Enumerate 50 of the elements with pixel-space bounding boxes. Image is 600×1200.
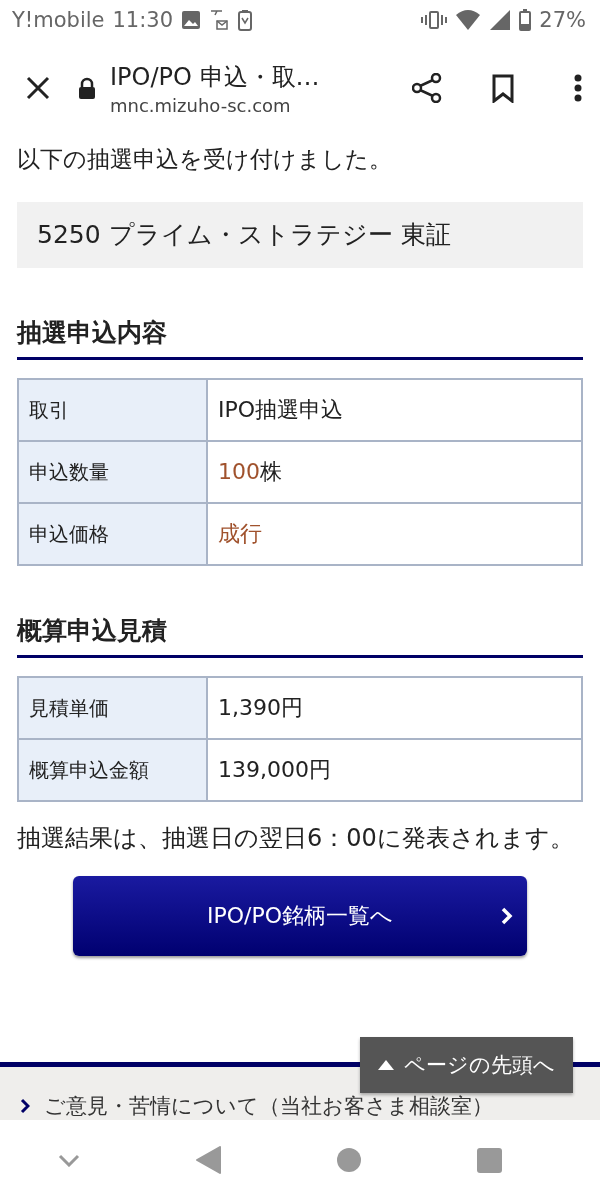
stock-list-button[interactable]: IPO/PO銘柄一覧へ xyxy=(73,876,527,956)
share-button[interactable] xyxy=(412,73,442,103)
battery-icon xyxy=(519,9,532,31)
value-cell: IPO抽選申込 xyxy=(207,379,582,441)
value-cell: 139,000円 xyxy=(207,739,582,801)
battery-percent: 27% xyxy=(539,8,586,32)
signal-icon xyxy=(489,9,512,31)
menu-button[interactable] xyxy=(574,74,582,102)
label-cell: 概算申込金額 xyxy=(18,739,207,801)
chevron-right-icon xyxy=(501,907,513,925)
image-icon xyxy=(181,10,201,30)
vibrate-icon xyxy=(421,10,448,30)
triangle-up-icon xyxy=(378,1060,394,1070)
back-icon xyxy=(196,1146,221,1174)
recents-icon xyxy=(477,1147,502,1173)
lock-icon xyxy=(78,77,96,99)
label-cell: 申込数量 xyxy=(18,441,207,503)
home-icon xyxy=(337,1148,361,1172)
label-cell: 取引 xyxy=(18,379,207,441)
label-cell: 見積単価 xyxy=(18,677,207,739)
bookmark-button[interactable] xyxy=(492,73,514,103)
confirmation-message: 以下の抽選申込を受け付けました。 xyxy=(17,145,393,174)
chevron-right-icon xyxy=(20,1098,30,1114)
recents-button[interactable] xyxy=(477,1147,502,1173)
result-note: 抽選結果は、抽選日の翌日6：00に発表されます。 xyxy=(17,823,575,854)
section-heading: 抽選申込内容 xyxy=(17,316,583,360)
value-cell: 成行 xyxy=(207,503,582,565)
back-button[interactable] xyxy=(196,1146,221,1174)
clipboard-icon xyxy=(237,9,253,31)
wifi-icon xyxy=(455,9,482,31)
share-icon xyxy=(412,73,442,103)
back-to-top-button[interactable]: ページの先頭へ xyxy=(360,1037,573,1093)
footer-link[interactable]: ご意見・苦情について（当社お客さま相談室） xyxy=(44,1094,493,1118)
bookmark-icon xyxy=(492,73,514,103)
home-button[interactable] xyxy=(337,1148,361,1172)
carrier-name: Y!mobile xyxy=(12,8,105,32)
page-title: IPO/PO 申込・取… xyxy=(110,61,321,93)
value-cell: 1,390円 xyxy=(207,677,582,739)
label-cell: 申込価格 xyxy=(18,503,207,565)
collapse-icon xyxy=(58,1153,80,1167)
menu-icon xyxy=(574,74,582,102)
page-url: mnc.mizuho-sc.com xyxy=(110,94,292,116)
close-button[interactable] xyxy=(26,76,50,100)
value-cell: 100株 xyxy=(207,441,582,503)
section-heading: 概算申込見積 xyxy=(17,614,583,658)
collapse-button[interactable] xyxy=(58,1153,80,1167)
close-icon xyxy=(26,76,50,100)
stock-name: 5250 プライム・ストラテジー 東証 xyxy=(17,202,583,268)
mail-icon xyxy=(209,9,229,31)
clock-time: 11:30 xyxy=(112,8,173,32)
